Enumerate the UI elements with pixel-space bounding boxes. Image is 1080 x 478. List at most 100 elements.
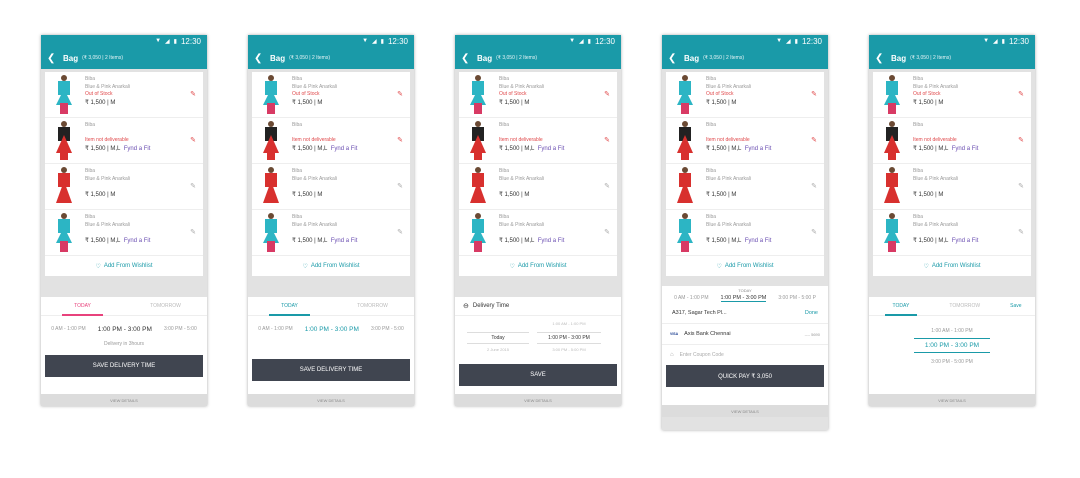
tab-tomorrow[interactable]: TOMORROW [124, 297, 207, 315]
edit-icon[interactable]: ✎ [1018, 90, 1024, 98]
time-slot[interactable]: 3:00 PM - 5:00 [164, 326, 197, 332]
item-price: ₹ 1,500 | M,L Fynd a Fit [913, 145, 979, 152]
time-slot[interactable]: 0 AM - 1:00 PM [51, 326, 85, 332]
bag-item[interactable]: Biba Blue & Pink Anarkali Out of Stock ₹… [459, 72, 617, 118]
time-slot-selected[interactable]: 1:00 PM - 3:00 PM [305, 326, 359, 333]
date-picker-selected[interactable]: Today [467, 332, 529, 344]
done-button[interactable]: Done [805, 310, 818, 316]
fynd-a-fit-link[interactable]: Fynd a Fit [952, 146, 979, 152]
bag-item[interactable]: Biba Item not deliverable ₹ 1,500 | M,L … [666, 118, 824, 164]
bag-item[interactable]: Biba Blue & Pink Anarkali ₹ 1,500 | M,L … [252, 210, 410, 256]
bag-item[interactable]: Biba Blue & Pink Anarkali ₹ 1,500 | M,L … [459, 210, 617, 256]
edit-icon[interactable]: ✎ [811, 136, 817, 144]
bag-item[interactable]: Biba Blue & Pink Anarkali Out of Stock ₹… [252, 72, 410, 118]
edit-icon[interactable]: ✎ [190, 228, 196, 236]
bag-item[interactable]: Biba Blue & Pink Anarkali ₹ 1,500 | M ✎ [873, 164, 1031, 210]
bag-item[interactable]: Biba Blue & Pink Anarkali ₹ 1,500 | M ✎ [666, 164, 824, 210]
edit-icon[interactable]: ✎ [604, 90, 610, 98]
minus-circle-icon[interactable]: ⊖ [463, 302, 469, 310]
edit-icon[interactable]: ✎ [397, 228, 403, 236]
time-slot[interactable]: 3:00 PM - 5:00 [371, 326, 404, 332]
tab-tomorrow[interactable]: TOMORROW [933, 297, 997, 315]
save-delivery-time-button[interactable]: SAVE DELIVERY TIME [45, 355, 203, 377]
add-from-wishlist-button[interactable]: ♡ Add From Wishlist [459, 256, 617, 276]
time-slot[interactable]: 3:00 PM - 5:00 P [778, 295, 816, 301]
bag-item[interactable]: Biba Blue & Pink Anarkali ₹ 1,500 | M ✎ [459, 164, 617, 210]
fynd-a-fit-link[interactable]: Fynd a Fit [952, 238, 979, 244]
fynd-a-fit-link[interactable]: Fynd a Fit [538, 146, 565, 152]
add-from-wishlist-button[interactable]: ♡ Add From Wishlist [666, 256, 824, 276]
time-picker-option[interactable]: 1:00 AM - 1:00 PM [537, 321, 601, 326]
edit-icon[interactable]: ✎ [190, 90, 196, 98]
view-details-link[interactable]: VIEW DETAILS [869, 394, 1035, 406]
save-link[interactable]: Save [997, 297, 1035, 315]
back-arrow-icon[interactable]: ❮ [875, 53, 891, 64]
bag-item[interactable]: Biba Blue & Pink Anarkali ₹ 1,500 | M ✎ [45, 164, 203, 210]
coupon-code-input[interactable]: Enter Coupon Code [680, 352, 724, 358]
tab-today[interactable]: TODAY [41, 297, 124, 316]
fynd-a-fit-link[interactable]: Fynd a Fit [331, 146, 358, 152]
back-arrow-icon[interactable]: ❮ [254, 53, 270, 64]
edit-icon[interactable]: ✎ [397, 136, 403, 144]
fynd-a-fit-link[interactable]: Fynd a Fit [538, 238, 565, 244]
fynd-a-fit-link[interactable]: Fynd a Fit [745, 146, 772, 152]
fynd-a-fit-link[interactable]: Fynd a Fit [124, 238, 151, 244]
bag-item[interactable]: Biba Blue & Pink Anarkali Out of Stock ₹… [45, 72, 203, 118]
fynd-a-fit-link[interactable]: Fynd a Fit [124, 146, 151, 152]
time-slot-selected[interactable]: 1:00 PM - 3:00 PM [720, 295, 767, 302]
add-from-wishlist-button[interactable]: ♡ Add From Wishlist [873, 256, 1031, 276]
bag-item[interactable]: Biba Item not deliverable ₹ 1,500 | M,L … [459, 118, 617, 164]
view-details-link[interactable]: VIEW DETAILS [455, 394, 621, 406]
time-slot[interactable]: 3:00 PM - 5:00 PM [869, 359, 1035, 365]
bag-item[interactable]: Biba Blue & Pink Anarkali ₹ 1,500 | M ✎ [252, 164, 410, 210]
edit-icon[interactable]: ✎ [190, 136, 196, 144]
view-details-link[interactable]: VIEW DETAILS [248, 394, 414, 406]
date-picker-option[interactable]: 2 June 2015 [467, 347, 529, 352]
time-slot[interactable]: 0 AM - 1:00 PM [674, 295, 708, 301]
bag-item[interactable]: Biba Blue & Pink Anarkali ₹ 1,500 | M,L … [666, 210, 824, 256]
bag-item[interactable]: Biba Blue & Pink Anarkali ₹ 1,500 | M,L … [45, 210, 203, 256]
edit-icon[interactable]: ✎ [604, 136, 610, 144]
edit-icon[interactable]: ✎ [1018, 136, 1024, 144]
status-bar: ▼ ◢ ▮ 12:30 [662, 35, 828, 47]
back-arrow-icon[interactable]: ❮ [668, 53, 684, 64]
back-arrow-icon[interactable]: ❮ [47, 53, 63, 64]
edit-icon[interactable]: ✎ [397, 90, 403, 98]
save-delivery-time-button[interactable]: SAVE DELIVERY TIME [252, 359, 410, 381]
fynd-a-fit-link[interactable]: Fynd a Fit [745, 238, 772, 244]
bag-item[interactable]: Biba Blue & Pink Anarkali Out of Stock ₹… [666, 72, 824, 118]
view-details-link[interactable]: VIEW DETAILS [41, 394, 207, 406]
time-slot[interactable]: 0 AM - 1:00 PM [258, 326, 292, 332]
quick-pay-button[interactable]: QUICK PAY ₹ 3,050 [666, 365, 824, 387]
tab-today[interactable]: TODAY [248, 297, 331, 316]
save-button[interactable]: SAVE [459, 364, 617, 386]
edit-icon[interactable]: ✎ [811, 228, 817, 236]
add-from-wishlist-button[interactable]: ♡ Add From Wishlist [45, 256, 203, 276]
payment-bank[interactable]: Axis Bank Chennai [684, 331, 730, 337]
bag-item[interactable]: Biba Item not deliverable ₹ 1,500 | M,L … [45, 118, 203, 164]
edit-icon[interactable]: ✎ [397, 182, 403, 190]
edit-icon[interactable]: ✎ [604, 182, 610, 190]
edit-icon[interactable]: ✎ [811, 182, 817, 190]
edit-icon[interactable]: ✎ [811, 90, 817, 98]
back-arrow-icon[interactable]: ❮ [461, 53, 477, 64]
tab-today[interactable]: TODAY [869, 297, 933, 316]
bag-item[interactable]: Biba Item not deliverable ₹ 1,500 | M,L … [873, 118, 1031, 164]
view-details-link[interactable]: VIEW DETAILS [662, 405, 828, 417]
time-picker-selected[interactable]: 1:00 PM - 3:00 PM [537, 332, 601, 344]
delivery-address[interactable]: A317, Sagar Tech Pl... [672, 310, 727, 316]
edit-icon[interactable]: ✎ [1018, 228, 1024, 236]
add-from-wishlist-button[interactable]: ♡ Add From Wishlist [252, 256, 410, 276]
edit-icon[interactable]: ✎ [190, 182, 196, 190]
time-slot-selected[interactable]: 1:00 PM - 3:00 PM [914, 338, 990, 353]
tab-tomorrow[interactable]: TOMORROW [331, 297, 414, 315]
edit-icon[interactable]: ✎ [604, 228, 610, 236]
time-slot-selected[interactable]: 1:00 PM - 3:00 PM [98, 326, 152, 333]
time-slot[interactable]: 1:00 AM - 1:00 PM [869, 328, 1035, 334]
bag-item[interactable]: Biba Item not deliverable ₹ 1,500 | M,L … [252, 118, 410, 164]
bag-item[interactable]: Biba Blue & Pink Anarkali Out of Stock ₹… [873, 72, 1031, 118]
edit-icon[interactable]: ✎ [1018, 182, 1024, 190]
bag-item[interactable]: Biba Blue & Pink Anarkali ₹ 1,500 | M,L … [873, 210, 1031, 256]
time-picker-option[interactable]: 3:00 PM - 5:00 PM [537, 347, 601, 352]
fynd-a-fit-link[interactable]: Fynd a Fit [331, 238, 358, 244]
